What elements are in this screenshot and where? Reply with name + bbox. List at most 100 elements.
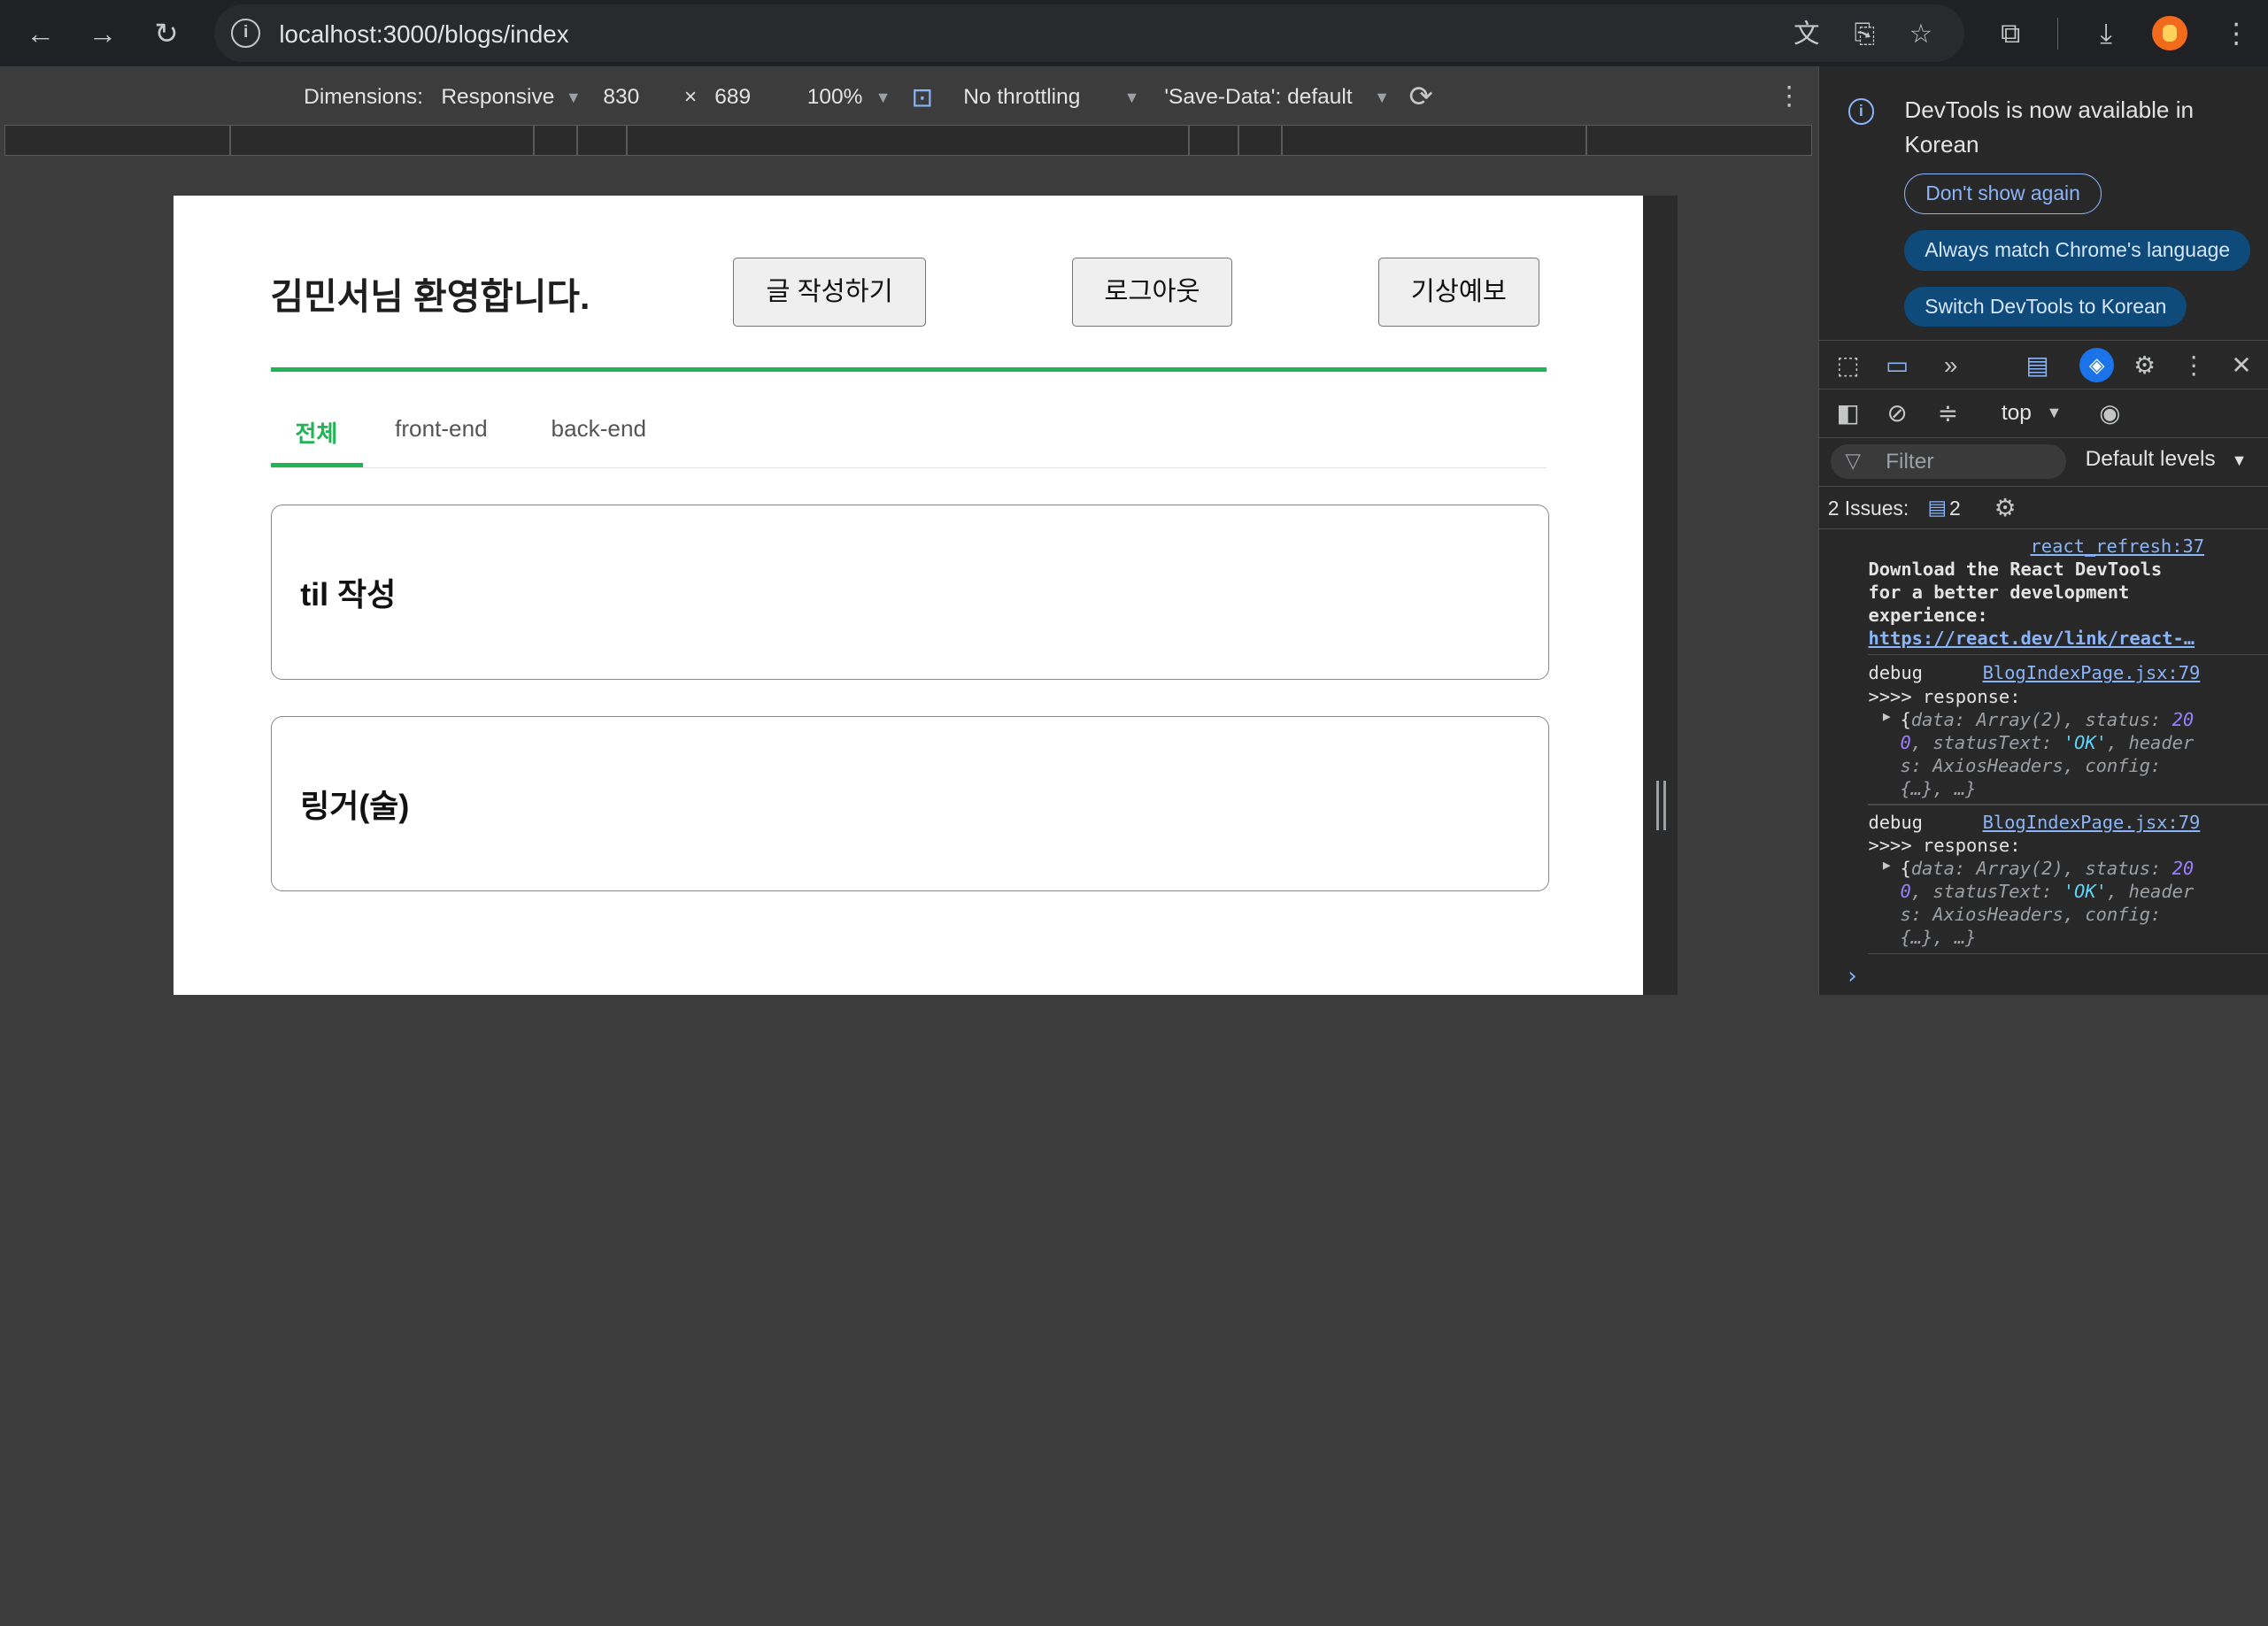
chevron-down-icon[interactable]: ▼ [566, 89, 582, 107]
devtools-main-toolbar: ⬚ ▭ » ▤ ◈ ⚙ ⋮ ✕ [1818, 339, 2268, 389]
tabs-divider [270, 466, 1547, 469]
filter-icon: ▽ [1845, 448, 1861, 472]
post-title: 링거(술) [300, 787, 410, 824]
site-info-icon[interactable]: i [231, 19, 261, 48]
logout-button[interactable]: 로그아웃 [1071, 257, 1233, 328]
context-select[interactable]: top [2002, 401, 2032, 426]
more-tabs-icon[interactable]: » [1935, 350, 1967, 381]
object-preview[interactable]: {data: Array(2), status: 20 [1900, 709, 2194, 730]
profile-avatar[interactable] [2152, 15, 2187, 51]
info-icon: i [1848, 98, 1875, 125]
console-prompt-icon[interactable]: › [1845, 963, 1859, 990]
translate-icon[interactable]: 文 [1791, 19, 1823, 50]
more-menu-icon[interactable]: ⋮ [2219, 16, 2254, 50]
object-preview: s: AxiosHeaders, config: [1900, 904, 2162, 926]
debug-label: debug [1868, 662, 1923, 684]
source-link[interactable]: BlogIndexPage.jsx:79 [1983, 662, 2201, 683]
browser-window: ← → ↻ i localhost:3000/blogs/index 文 ⎘ ☆… [0, 0, 2268, 996]
expand-triangle-icon[interactable]: ▶ [1883, 709, 1891, 724]
chevron-down-icon[interactable]: ▼ [1374, 89, 1390, 107]
bookmark-star-icon[interactable]: ☆ [1905, 19, 1937, 50]
times-icon: × [683, 85, 698, 110]
tab-front-end[interactable]: front-end [395, 415, 488, 443]
address-bar[interactable]: i localhost:3000/blogs/index 文 ⎘ ☆ [213, 4, 1964, 63]
chevron-down-icon[interactable]: ▼ [1124, 89, 1140, 107]
settings-gear-icon[interactable]: ⚙ [2129, 350, 2161, 381]
console-output: react_refresh:37 Download the React DevT… [1819, 529, 2268, 995]
device-select[interactable]: Responsive [441, 85, 554, 110]
browser-toolbar: ← → ↻ i localhost:3000/blogs/index 文 ⎘ ☆… [0, 0, 2268, 67]
screenshot-icon[interactable]: ⊡ [911, 82, 933, 113]
expand-triangle-icon[interactable]: ▶ [1883, 858, 1891, 873]
object-preview: 0, statusText: 'OK', header [1900, 881, 2195, 903]
object-preview: {…}, …} [1900, 778, 1977, 800]
resize-handle[interactable] [1655, 781, 1667, 830]
downloads-icon[interactable]: ⤓ [2088, 16, 2123, 50]
device-toolbar: Dimensions: Responsive ▼ 830 × 689 100% … [0, 66, 1818, 125]
throttling-select[interactable]: No throttling [963, 85, 1080, 110]
post-card[interactable]: 링거(술) [270, 715, 1549, 891]
object-preview: {…}, …} [1900, 927, 1977, 949]
issue-message-icon: ▤ [1927, 495, 1948, 519]
clear-console-icon[interactable]: ⊘ [1881, 397, 1913, 429]
filter-input[interactable]: Filter [1831, 443, 2067, 479]
more-options-icon[interactable]: ⋮ [1777, 81, 1802, 112]
devtools-panel: i DevTools is now available in Korean Do… [1817, 66, 2268, 996]
live-expression-eye-icon[interactable]: ◉ [2094, 397, 2125, 429]
log-levels-select[interactable]: Default levels [2086, 447, 2216, 472]
tab-all[interactable]: 전체 [295, 415, 337, 449]
back-icon[interactable]: ← [20, 13, 61, 54]
reload-icon[interactable]: ↻ [146, 13, 187, 54]
console-message: for a better development [1868, 581, 2130, 603]
issues-count: 2 [1948, 497, 1961, 520]
toolbar-divider [2056, 17, 2059, 50]
save-data-select[interactable]: 'Save-Data': default [1164, 85, 1352, 110]
write-post-button[interactable]: 글 작성하기 [733, 257, 926, 328]
language-notice: DevTools is now available in Korean [1904, 96, 2195, 158]
media-query-ruler[interactable] [0, 124, 1818, 158]
welcome-heading: 김민서님 환영합니다. [270, 276, 590, 318]
source-link[interactable]: react_refresh:37 [2031, 536, 2205, 557]
viewport-edge [1643, 195, 1678, 996]
chevron-down-icon[interactable]: ▼ [2232, 451, 2248, 470]
sidebar-toggle-icon[interactable]: ◧ [1832, 397, 1864, 429]
object-preview: 0, statusText: 'OK', header [1900, 731, 2195, 753]
settings-gear-icon[interactable]: ⚙ [1994, 493, 2017, 522]
device-toggle-icon[interactable]: ▭ [1881, 350, 1913, 381]
chevron-down-icon[interactable]: ▼ [2046, 404, 2062, 422]
console-toolbar: ◧ ⊘ ≑ top ▼ ◉ [1818, 389, 2268, 439]
zoom-select[interactable]: 100% [807, 85, 863, 110]
console-message: experience: [1868, 604, 1988, 626]
close-icon[interactable]: ✕ [2226, 350, 2257, 381]
tab-back-end[interactable]: back-end [552, 415, 646, 443]
header-divider [270, 367, 1547, 372]
weather-button[interactable]: 기상예보 [1378, 257, 1539, 328]
devtools-menu-icon[interactable]: ⋮ [2178, 350, 2210, 381]
dont-show-again-button[interactable]: Don't show again [1904, 173, 2102, 214]
collapse-icon[interactable]: ≑ [1932, 397, 1963, 429]
issues-bar[interactable]: 2 Issues: ▤ 2 ⚙ [1818, 486, 2268, 530]
url-text[interactable]: localhost:3000/blogs/index [279, 20, 568, 49]
console-message: >>>> response: [1868, 834, 2021, 856]
inspect-element-icon[interactable]: ⬚ [1832, 350, 1864, 381]
width-input[interactable]: 830 [603, 85, 639, 110]
dimensions-label: Dimensions: [304, 85, 423, 110]
console-message: >>>> response: [1868, 685, 2021, 707]
post-card[interactable]: til 작성 [270, 505, 1549, 680]
ai-assistance-icon[interactable]: ◈ [2079, 348, 2115, 383]
object-preview[interactable]: {data: Array(2), status: 20 [1900, 858, 2194, 879]
blog-page: 김민서님 환영합니다. 글 작성하기 로그아웃 기상예보 전체 front-en… [174, 195, 1644, 996]
extensions-icon[interactable]: ⧉ [1994, 16, 2028, 50]
always-match-language-button[interactable]: Always match Chrome's language [1904, 229, 2250, 271]
debug-label: debug [1868, 811, 1923, 833]
chevron-down-icon[interactable]: ▼ [876, 89, 891, 107]
react-devtools-link[interactable]: https://react.dev/link/react-… [1868, 628, 2195, 649]
rotate-icon[interactable]: ⟳ [1409, 80, 1433, 113]
post-title: til 작성 [300, 576, 397, 613]
forward-icon[interactable]: → [82, 13, 123, 54]
height-input[interactable]: 689 [714, 85, 751, 110]
source-link[interactable]: BlogIndexPage.jsx:79 [1983, 812, 2201, 833]
issues-icon[interactable]: ▤ [2022, 350, 2054, 381]
install-app-icon[interactable]: ⎘ [1848, 19, 1880, 50]
switch-to-korean-button[interactable]: Switch DevTools to Korean [1904, 286, 2187, 328]
